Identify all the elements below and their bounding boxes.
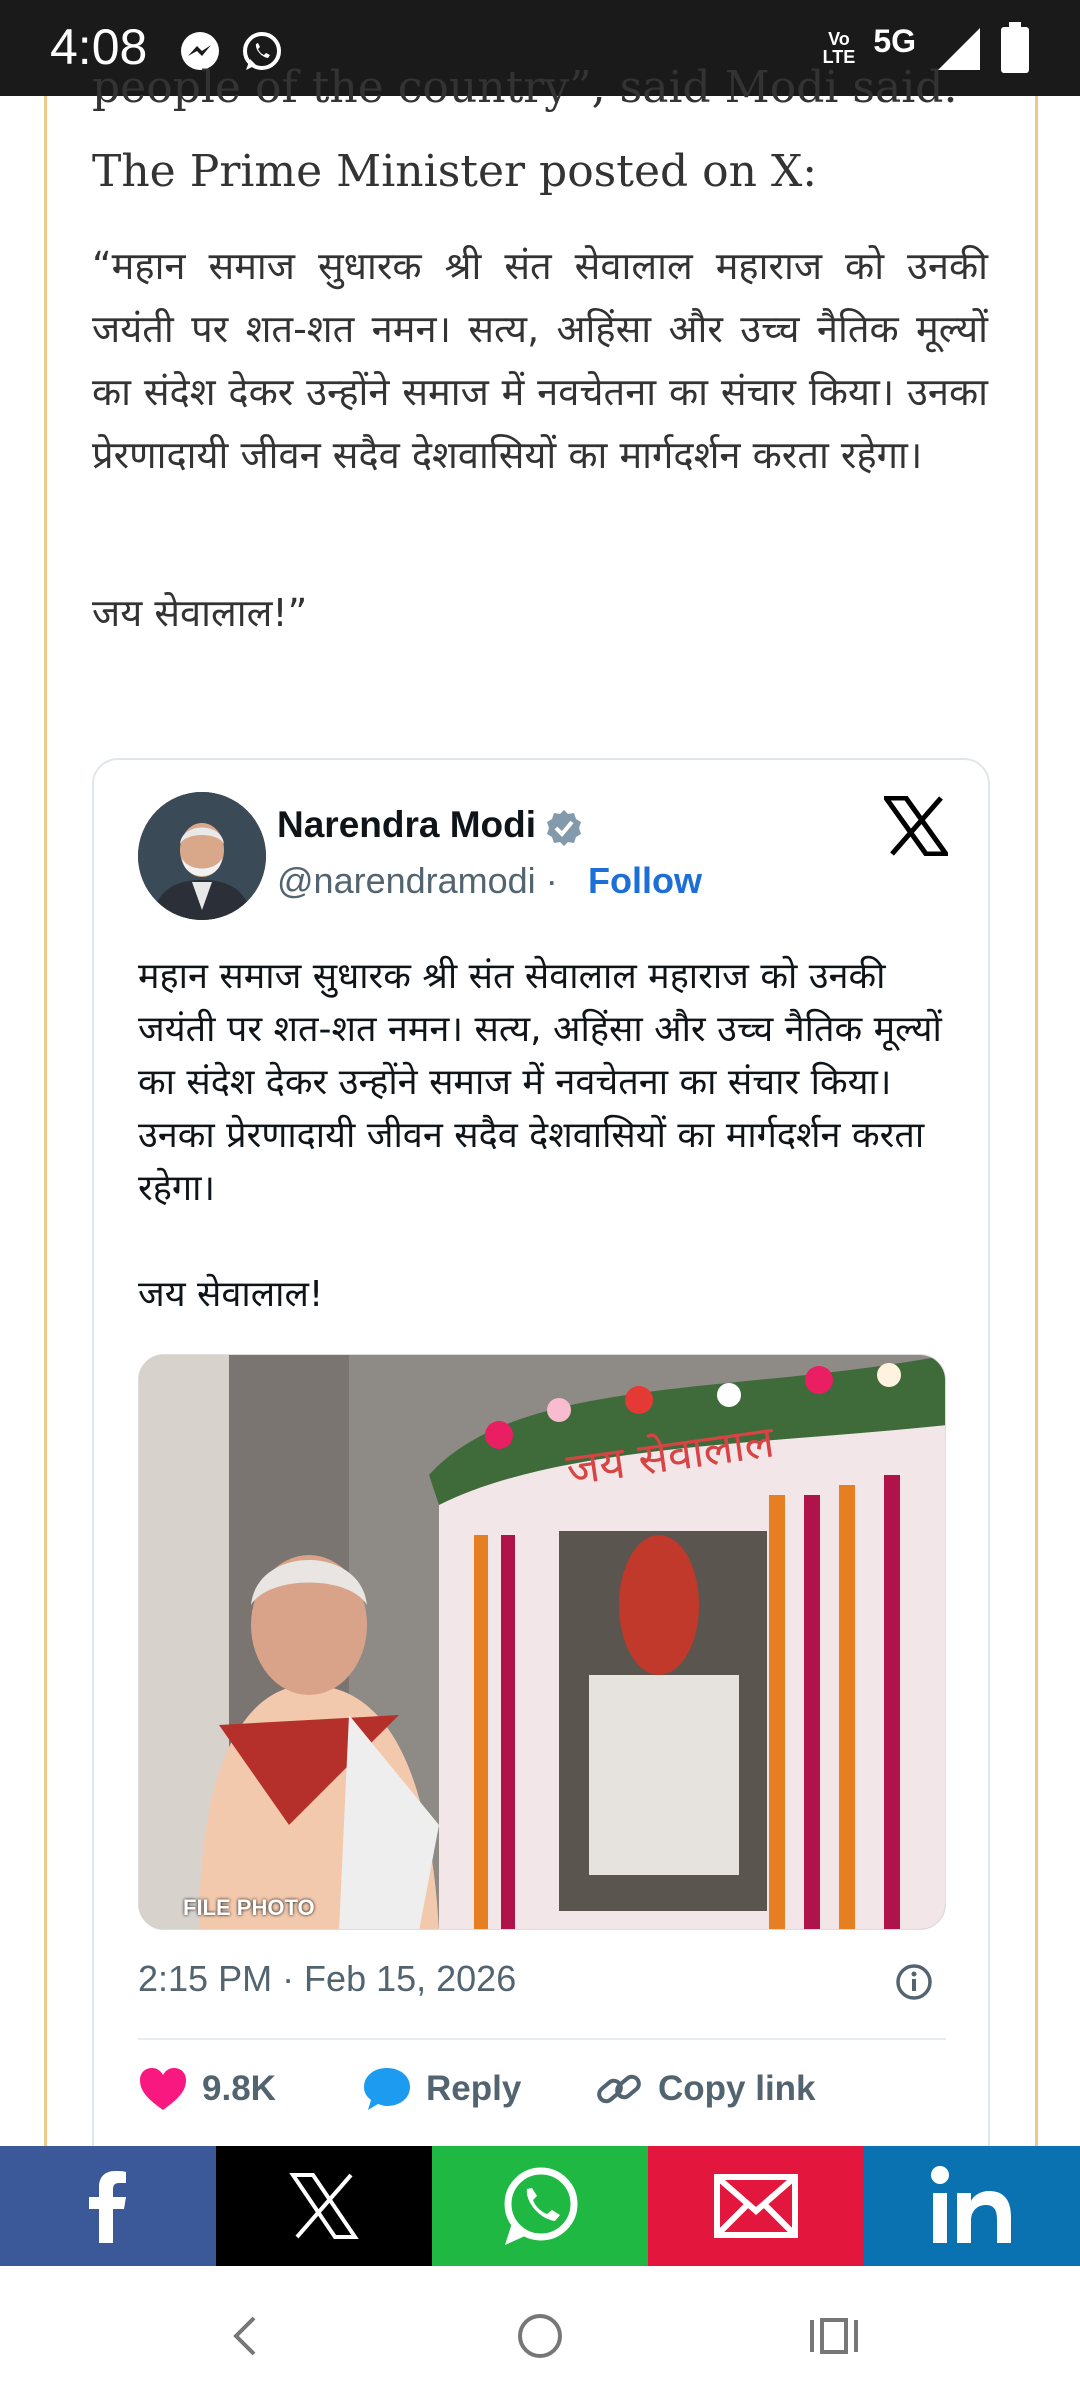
heart-icon bbox=[140, 2068, 186, 2110]
x-icon bbox=[289, 2173, 359, 2239]
avatar[interactable] bbox=[138, 792, 266, 920]
reply-label: Reply bbox=[426, 2069, 522, 2108]
share-facebook-button[interactable] bbox=[0, 2146, 216, 2266]
copy-link-action[interactable]: Copy link bbox=[594, 2066, 816, 2112]
share-linkedin-button[interactable] bbox=[864, 2146, 1080, 2266]
back-icon[interactable] bbox=[216, 2306, 276, 2366]
info-icon[interactable] bbox=[894, 1962, 934, 2002]
share-bar bbox=[0, 2146, 1080, 2266]
like-count: 9.8K bbox=[202, 2069, 276, 2108]
article-quote: “महान समाज सुधारक श्री संत सेवालाल महारा… bbox=[92, 244, 988, 477]
system-nav-bar bbox=[0, 2266, 1080, 2400]
tweet-text-line-2: जय सेवालाल! bbox=[138, 1274, 324, 1315]
tweet-divider bbox=[138, 2038, 946, 2040]
tweet-photo[interactable]: जय सेवालाल FILE PHOTO bbox=[138, 1354, 946, 1930]
follow-button[interactable]: Follow bbox=[588, 860, 702, 902]
facebook-icon bbox=[89, 2171, 126, 2243]
home-icon[interactable] bbox=[510, 2306, 570, 2366]
share-email-button[interactable] bbox=[648, 2146, 864, 2266]
article-partial-line: people of the country”, said Modi said. bbox=[92, 62, 958, 113]
linkedin-icon bbox=[931, 2166, 1011, 2243]
tweet-author-name[interactable]: Narendra Modi bbox=[277, 804, 536, 846]
reply-action[interactable]: Reply bbox=[362, 2066, 521, 2112]
tweet-embed-card[interactable]: Narendra Modi @narendramodi · Follow महा… bbox=[92, 758, 990, 2258]
like-action[interactable]: 9.8K bbox=[138, 2066, 276, 2112]
article-lead: The Prime Minister posted on X: bbox=[92, 146, 818, 197]
reply-bubble-icon bbox=[364, 2068, 410, 2110]
network-type: 5G bbox=[873, 22, 916, 59]
mail-icon bbox=[714, 2174, 798, 2238]
whatsapp-icon bbox=[504, 2167, 578, 2245]
share-x-button[interactable] bbox=[216, 2146, 432, 2266]
share-whatsapp-button[interactable] bbox=[432, 2146, 648, 2266]
copy-link-label: Copy link bbox=[658, 2069, 816, 2108]
tweet-timestamp[interactable]: 2:15 PM · Feb 15, 2026 bbox=[138, 1958, 516, 2000]
volte-indicator: Vo LTE bbox=[822, 29, 856, 67]
article-quote-end: जय सेवालाल!” bbox=[92, 591, 308, 635]
photo-caption: FILE PHOTO bbox=[183, 1895, 315, 1920]
tweet-text: महान समाज सुधारक श्री संत सेवालाल महाराज… bbox=[138, 956, 942, 1209]
link-icon bbox=[597, 2074, 641, 2104]
tweet-author-handle[interactable]: @narendramodi · bbox=[277, 860, 558, 902]
verified-badge-icon bbox=[547, 810, 581, 846]
x-logo-icon[interactable] bbox=[884, 796, 948, 856]
recents-icon[interactable] bbox=[804, 2306, 864, 2366]
battery-icon bbox=[1001, 22, 1029, 73]
